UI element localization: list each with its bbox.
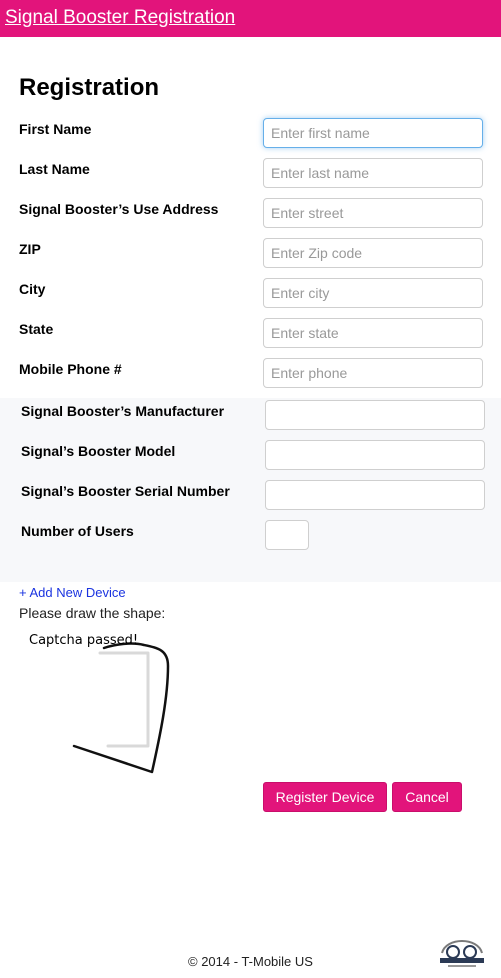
page-title: Registration [19,74,160,101]
captcha-drawing [72,642,170,774]
model-input[interactable] [265,440,485,470]
first-name-input[interactable] [263,118,483,148]
number-of-users-label: Number of Users [21,523,134,539]
number-of-users-input[interactable] [265,520,309,550]
first-name-label: First Name [19,121,92,137]
zip-label: ZIP [19,241,41,257]
header-bar: Signal Booster Registration [0,0,501,37]
header-title-link[interactable]: Signal Booster Registration [5,7,235,29]
city-input[interactable] [263,278,483,308]
captcha-canvas[interactable]: Captcha passed! [20,628,250,788]
serial-number-input[interactable] [265,480,485,510]
city-label: City [19,281,46,297]
last-name-input[interactable] [263,158,483,188]
mobile-phone-label: Mobile Phone # [19,361,122,377]
last-name-label: Last Name [19,161,90,177]
captcha-instruction: Please draw the shape: [19,605,166,621]
footer-copyright: © 2014 - T-Mobile US [188,954,313,969]
add-new-device-link[interactable]: + Add New Device [19,585,126,600]
publisher-logo [436,929,488,969]
device-panel: Signal Booster’s Manufacturer Signal’s B… [0,398,501,582]
cancel-button[interactable]: Cancel [392,782,462,812]
captcha-guide-shape [98,651,150,748]
address-label: Signal Booster’s Use Address [19,201,219,217]
captcha-status: Captcha passed! [29,633,139,648]
model-label: Signal’s Booster Model [21,443,176,459]
state-input[interactable] [263,318,483,348]
state-label: State [19,321,54,337]
mobile-phone-input[interactable] [263,358,483,388]
manufacturer-input[interactable] [265,400,485,430]
logo-icon [440,940,484,967]
serial-number-label: Signal’s Booster Serial Number [21,483,230,499]
zip-input[interactable] [263,238,483,268]
manufacturer-label: Signal Booster’s Manufacturer [21,403,225,419]
captcha-user-stroke [72,642,170,774]
street-input[interactable] [263,198,483,228]
register-device-button[interactable]: Register Device [263,782,387,812]
